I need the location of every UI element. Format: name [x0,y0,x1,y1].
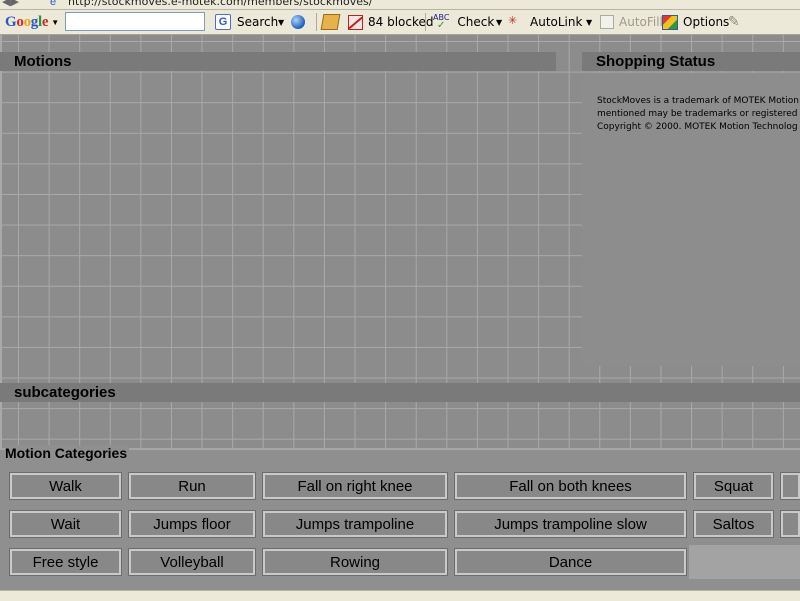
popup-blocked-icon [348,14,363,30]
category-button-dance[interactable]: Dance [454,548,687,576]
address-url[interactable]: http://stockmoves.e-motek.com/members/st… [68,0,372,8]
popup-blocker-button[interactable]: 84 blocked [348,10,434,34]
toolbar-divider [316,13,317,31]
logo-letter: G [5,13,17,30]
category-button-jumps-trampoline[interactable]: Jumps trampoline [262,510,448,538]
news-icon[interactable] [320,10,341,34]
google-toolbar: Google ▼ G Search ▼ 84 blocked ABC ✓ Chec… [0,10,800,35]
address-bar: ◀▶ e http://stockmoves.e-motek.com/membe… [0,0,800,10]
options-button[interactable]: Options [662,10,729,34]
copyright-line: Copyright © 2000. MOTEK Motion Technolog [597,122,798,132]
logo-letter: e [41,13,49,30]
search-button[interactable]: G Search [215,10,278,34]
google-search-input[interactable] [65,12,205,31]
options-icon [662,14,678,30]
category-button-volleyball[interactable]: Volleyball [128,548,256,576]
category-button-partial[interactable] [780,472,800,500]
spell-check-button[interactable]: ABC ✓ Check [433,10,494,34]
shopping-status-header: Shopping Status [582,52,800,71]
google-g-icon: G [215,14,231,30]
logo-letter: o [23,13,32,30]
category-button-rowing[interactable]: Rowing [262,548,448,576]
chevron-down-icon[interactable]: ▼ [51,18,59,27]
popup-blocked-count: 84 blocked [368,15,434,29]
category-empty-cell [689,545,800,579]
trademark-line: mentioned may be trademarks or registere… [597,109,800,119]
category-button-partial[interactable] [780,510,800,538]
ie-page-icon: e [50,0,57,8]
category-button-squat[interactable]: Squat [693,472,774,500]
category-button-fall-on-both-knees[interactable]: Fall on both knees [454,472,687,500]
autofill-button[interactable]: AutoFill [600,10,663,34]
autolink-dropdown-icon[interactable]: ▼ [586,10,592,34]
status-bar [0,590,800,601]
search-dropdown-icon[interactable]: ▼ [278,10,284,34]
magic-wand-icon [508,14,520,28]
options-label: Options [683,15,730,29]
toolbar-divider [425,13,426,31]
category-button-run[interactable]: Run [128,472,256,500]
spellcheck-icon: ABC ✓ [433,13,450,31]
autofill-label: AutoFill [619,15,663,29]
shopping-status-panel: StockMoves is a trademark of MOTEK Motio… [582,73,800,366]
back-arrow-icon[interactable]: ◀▶ [2,0,19,8]
category-button-wait[interactable]: Wait [9,510,122,538]
category-button-free-style[interactable]: Free style [9,548,122,576]
motion-categories-title: Motion Categories [5,445,130,461]
logo-letter: g [30,13,39,30]
search-button-label: Search [237,15,279,29]
autofill-icon [600,15,614,29]
category-button-jumps-floor[interactable]: Jumps floor [128,510,256,538]
globe-icon[interactable] [291,10,305,34]
category-button-saltos[interactable]: Saltos [693,510,774,538]
check-dropdown-icon[interactable]: ▼ [496,10,502,34]
autolink-label: AutoLink [530,15,583,29]
autolink-button[interactable]: AutoLink [508,10,582,34]
category-button-fall-on-right-knee[interactable]: Fall on right knee [262,472,448,500]
category-button-walk[interactable]: Walk [9,472,122,500]
spell-check-label: Check [457,15,495,29]
subcategories-header: subcategories [0,383,800,402]
category-button-jumps-trampoline-slow[interactable]: Jumps trampoline slow [454,510,687,538]
pencil-icon[interactable]: ✎ [728,10,740,34]
google-logo[interactable]: Google ▼ [5,10,59,34]
logo-letter: o [16,13,24,30]
motions-header: Motions [0,52,556,71]
trademark-line: StockMoves is a trademark of MOTEK Motio… [597,96,799,106]
